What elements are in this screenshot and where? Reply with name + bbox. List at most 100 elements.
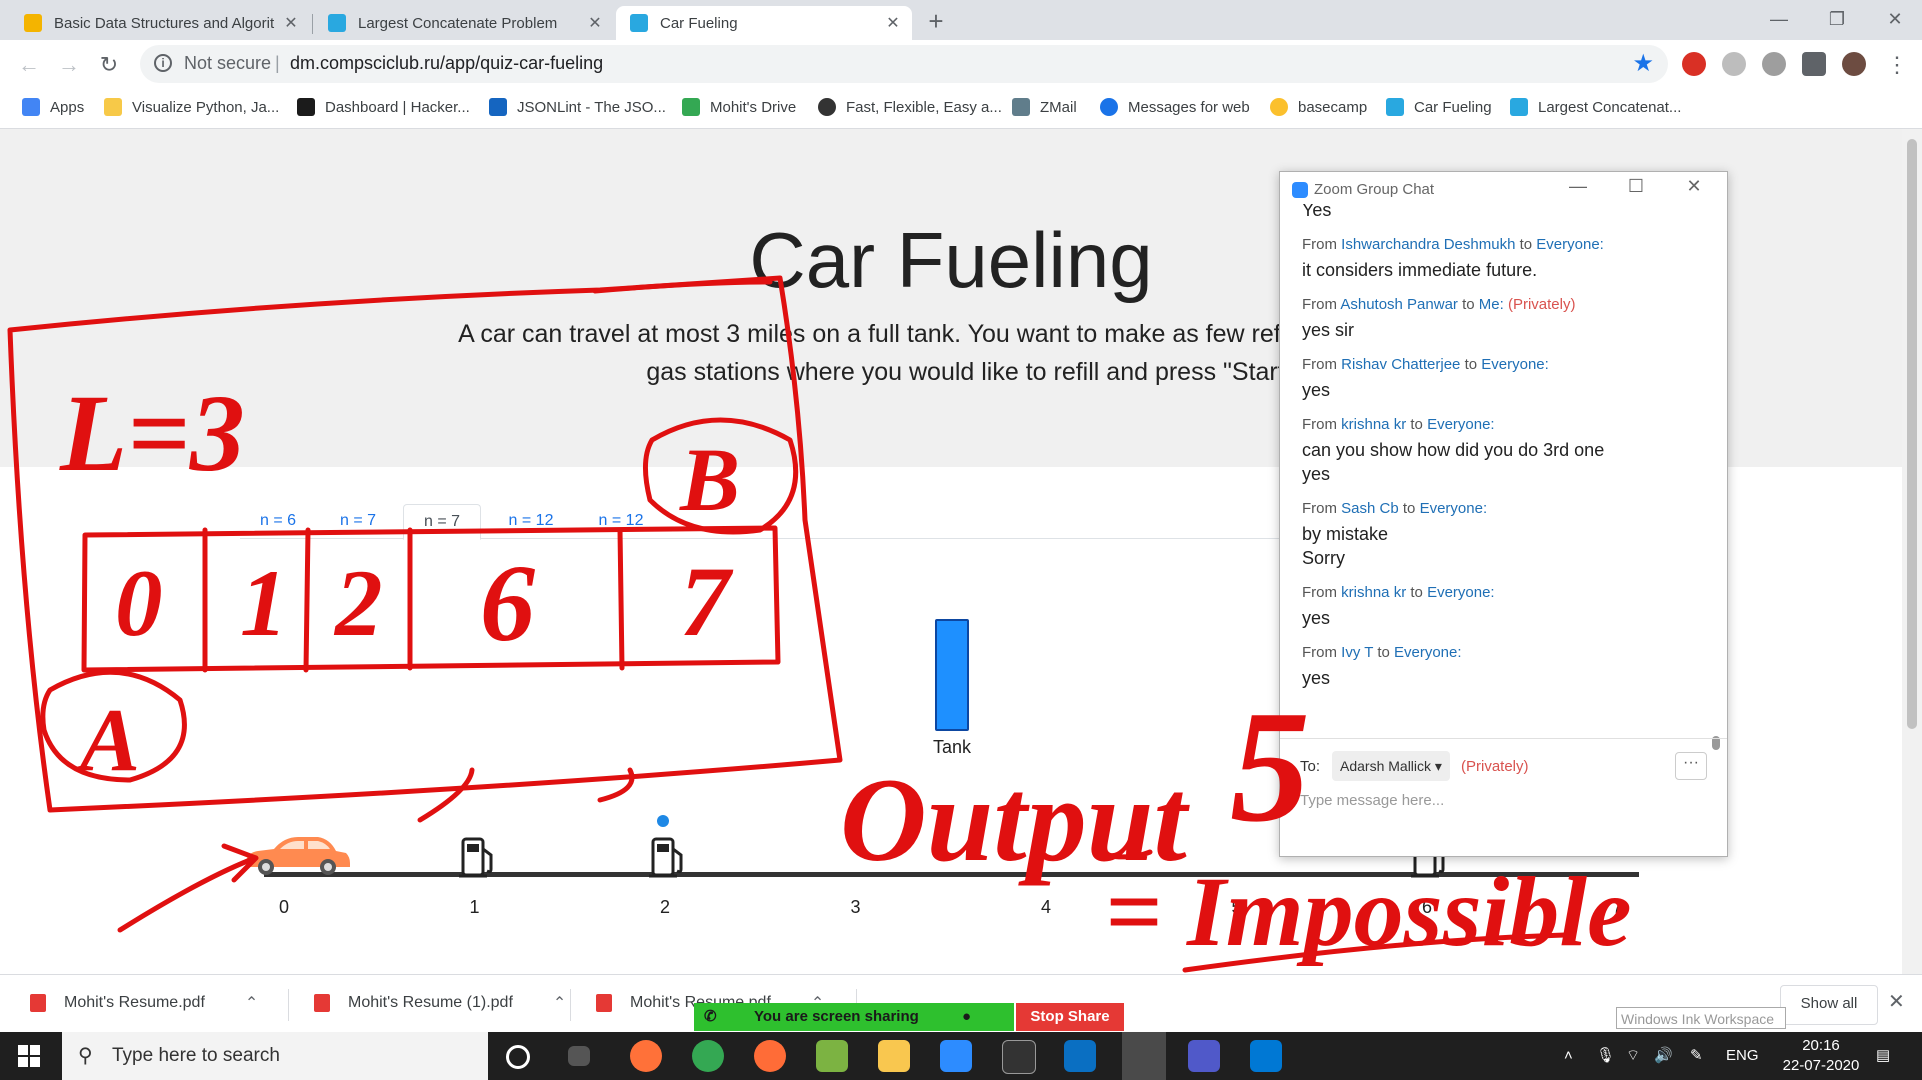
vscode-icon[interactable] [1064, 1040, 1096, 1072]
window-close-icon[interactable]: ✕ [1866, 0, 1922, 40]
volume-icon[interactable]: 🔊 [1654, 1032, 1673, 1080]
notifications-icon[interactable]: ▤ [1876, 1032, 1890, 1080]
bookmark-python[interactable]: Visualize Python, Ja... [104, 98, 279, 116]
maximize-icon[interactable]: ☐ [1620, 176, 1652, 197]
gas-station-icon[interactable] [457, 835, 499, 879]
tab-car-fueling[interactable]: Car Fueling ✕ [616, 6, 912, 40]
zoom-app-icon[interactable] [940, 1040, 972, 1072]
postman-icon[interactable] [754, 1040, 786, 1072]
new-tab-button[interactable]: + [920, 6, 952, 38]
recipient-dropdown[interactable]: Adarsh Mallick ▾ [1332, 751, 1450, 781]
stop-share-button[interactable]: Stop Share [1016, 1003, 1124, 1031]
bookmark-jsonlint[interactable]: JSONLint - The JSO... [489, 98, 666, 116]
menu-kebab-icon[interactable]: ⋮ [1880, 48, 1914, 82]
sender-name[interactable]: Ishwarchandra Deshmukh [1341, 236, 1515, 253]
bookmark-label: Car Fueling [1414, 98, 1492, 116]
terminal-icon[interactable] [1002, 1040, 1036, 1074]
file-explorer-icon[interactable] [878, 1040, 910, 1072]
sender-name[interactable]: Ivy T [1341, 644, 1373, 661]
recipient-name[interactable]: Me: [1479, 296, 1504, 313]
image-viewer-icon[interactable] [816, 1040, 848, 1072]
forward-icon[interactable]: → [52, 48, 86, 82]
close-icon[interactable]: ✕ [882, 13, 904, 33]
address-bar[interactable]: i Not secure | dm.compsciclub.ru/app/qui… [140, 45, 1668, 83]
back-icon[interactable]: ← [12, 48, 46, 82]
tab-problem-4[interactable]: n = 12 [488, 504, 574, 538]
chevron-up-icon[interactable]: ⌃ [245, 993, 258, 1013]
bookmark-messages[interactable]: Messages for web [1100, 98, 1250, 116]
tab-problem-2[interactable]: n = 7 [320, 504, 396, 538]
taskbar-search[interactable]: ⚲ Type here to search [62, 1032, 488, 1080]
download-item[interactable]: Mohit's Resume (1).pdf ⌃ [314, 993, 566, 1013]
page-scrollbar[interactable] [1902, 129, 1922, 974]
bookmark-car-fueling[interactable]: Car Fueling [1386, 98, 1492, 116]
chrome-active-icon[interactable] [1122, 1032, 1166, 1080]
info-icon[interactable]: i [154, 54, 172, 72]
minimize-icon[interactable]: — [1750, 0, 1808, 40]
language-indicator[interactable]: ENG [1726, 1032, 1759, 1080]
tab-problem-5[interactable]: n = 12 [578, 504, 664, 538]
mail-app-icon[interactable] [1250, 1040, 1282, 1072]
bookmark-hackerrank[interactable]: Dashboard | Hacker... [297, 98, 470, 116]
gas-station-icon[interactable] [647, 835, 689, 879]
windows-start-icon[interactable] [18, 1045, 40, 1067]
show-all-button[interactable]: Show all [1780, 985, 1878, 1025]
extension-icon[interactable] [1722, 52, 1746, 76]
tab-largest-concatenate[interactable]: Largest Concatenate Problem ✕ [314, 6, 614, 40]
sender-name[interactable]: Rishav Chatterjee [1341, 356, 1460, 373]
recipient-name[interactable]: Everyone: [1420, 500, 1488, 517]
task-view-icon[interactable] [568, 1046, 590, 1066]
recipient-name[interactable]: Everyone: [1394, 644, 1462, 661]
teams-icon[interactable] [1188, 1040, 1220, 1072]
firefox-icon[interactable] [630, 1040, 662, 1072]
puzzle-icon[interactable] [1802, 52, 1826, 76]
avatar[interactable] [1842, 52, 1866, 76]
adblock-icon[interactable] [1682, 52, 1706, 76]
tab-problem-3[interactable]: n = 7 [403, 504, 481, 540]
sender-name[interactable]: krishna kr [1341, 416, 1406, 433]
bookmark-zmail[interactable]: ZMail [1012, 98, 1077, 116]
sender-name[interactable]: Ashutosh Panwar [1340, 296, 1458, 313]
url-text[interactable]: dm.compsciclub.ru/app/quiz-car-fueling [290, 53, 603, 74]
chrome-icon[interactable] [692, 1040, 724, 1072]
chevron-up-icon[interactable]: ˄ [1564, 1032, 1573, 1080]
recipient-name[interactable]: Everyone: [1427, 416, 1495, 433]
close-icon[interactable]: ✕ [1888, 989, 1905, 1014]
bookmark-apps[interactable]: Apps [22, 98, 84, 116]
reload-icon[interactable]: ↻ [92, 48, 126, 82]
tank-label: Tank [932, 737, 972, 757]
close-icon[interactable]: ✕ [1678, 176, 1710, 197]
restore-icon[interactable]: ❐ [1808, 0, 1866, 40]
chat-message-header: From Sash Cb to Everyone: [1302, 500, 1487, 517]
recipient-name[interactable]: Everyone: [1427, 584, 1495, 601]
drive-extension-icon[interactable] [1762, 52, 1786, 76]
download-item[interactable]: Mohit's Resume.pdf ⌃ [30, 993, 258, 1013]
more-options-button[interactable]: ··· [1675, 752, 1707, 780]
bookmark-basecamp[interactable]: basecamp [1270, 98, 1367, 116]
zoom-scrollbar[interactable] [1712, 206, 1720, 764]
sender-name[interactable]: krishna kr [1341, 584, 1406, 601]
pen-icon[interactable]: ✎ [1690, 1032, 1703, 1080]
bookmark-fast-flexible[interactable]: Fast, Flexible, Easy a... [818, 98, 1002, 116]
tab-problem-1[interactable]: n = 6 [240, 504, 316, 538]
bookmark-drive[interactable]: Mohit's Drive [682, 98, 796, 116]
close-icon[interactable]: ✕ [584, 13, 606, 33]
minimize-icon[interactable]: — [1562, 176, 1594, 197]
recipient-name[interactable]: Everyone: [1536, 236, 1604, 253]
scrollbar-thumb[interactable] [1907, 139, 1917, 729]
bookmark-label: Mohit's Drive [710, 98, 797, 116]
sender-name[interactable]: Sash Cb [1341, 500, 1399, 517]
chat-message-input[interactable]: Type message here... [1300, 792, 1444, 809]
close-icon[interactable]: ✕ [280, 13, 302, 33]
chevron-up-icon[interactable]: ⌃ [553, 993, 566, 1013]
browser-toolbar: ← → ↻ i Not secure | dm.compsciclub.ru/a… [0, 40, 1922, 90]
system-clock[interactable]: 20:16 22-07-2020 [1776, 1036, 1866, 1076]
microphone-icon[interactable]: 🎙 [1596, 1032, 1615, 1080]
bookmark-star-icon[interactable]: ★ [1632, 49, 1654, 78]
recipient-name[interactable]: Everyone: [1481, 356, 1549, 373]
wifi-icon[interactable]: ⌔ [1626, 1032, 1640, 1080]
bookmark-largest-concatenate[interactable]: Largest Concatenat... [1510, 98, 1681, 116]
tab-basic-data-structures[interactable]: Basic Data Structures and Algorit ✕ [10, 6, 310, 40]
screen-sharing-status[interactable]: ✆ You are screen sharing ● [694, 1003, 1014, 1031]
cortana-icon[interactable] [506, 1045, 530, 1069]
